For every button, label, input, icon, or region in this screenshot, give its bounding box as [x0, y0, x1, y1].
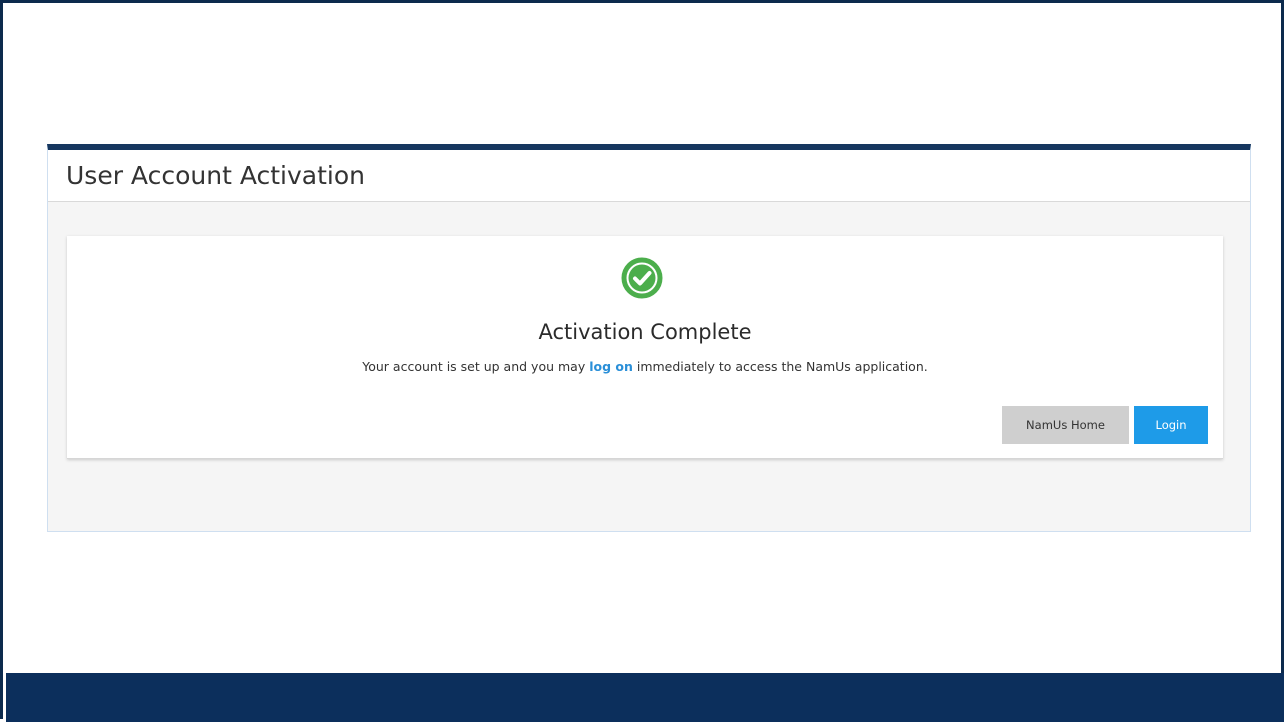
activation-card: Activation Complete Your account is set …: [67, 236, 1223, 459]
panel-header: User Account Activation: [48, 150, 1250, 202]
namus-home-button[interactable]: NamUs Home: [1002, 406, 1129, 444]
activation-message: Your account is set up and you may log o…: [67, 359, 1223, 374]
footer-bar: [6, 673, 1284, 722]
login-button[interactable]: Login: [1134, 406, 1208, 444]
activation-panel: User Account Activation Activation Compl…: [47, 144, 1251, 532]
activation-heading: Activation Complete: [538, 320, 752, 344]
message-text-before: Your account is set up and you may: [362, 359, 590, 374]
page-title: User Account Activation: [66, 161, 365, 190]
page-frame: User Account Activation Activation Compl…: [0, 0, 1284, 722]
check-circle-icon: [621, 257, 663, 299]
log-on-link[interactable]: log on: [589, 359, 633, 374]
message-text-after: immediately to access the NamUs applicat…: [632, 359, 928, 374]
